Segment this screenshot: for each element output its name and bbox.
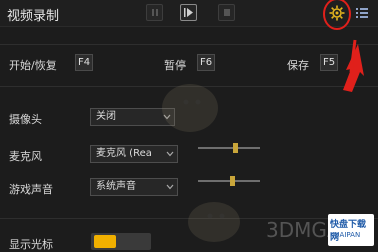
logo-text: 快盘下载网 xyxy=(330,220,367,243)
logo-subtext: KUAIPAN xyxy=(330,231,361,239)
annotation-arrow xyxy=(323,0,364,92)
site-logo-badge: 快盘下载网 KUAIPAN xyxy=(328,214,374,246)
